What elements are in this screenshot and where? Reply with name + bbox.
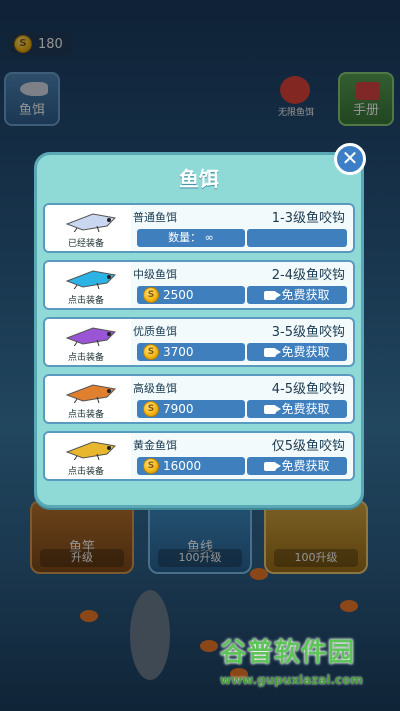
video-icon	[264, 290, 282, 300]
video-icon	[264, 404, 282, 414]
coin-icon: S	[143, 458, 159, 474]
free-get-label: 免费获取	[281, 345, 330, 359]
bait-thumb[interactable]: 点击装备	[45, 319, 131, 365]
bait-hook-range: 2-4级鱼咬钩	[271, 268, 345, 283]
bait-hook-range: 1-3级鱼咬钩	[271, 211, 345, 226]
price-value: 2500	[163, 288, 194, 302]
bait-empty-slot	[247, 229, 347, 247]
coin-icon: S	[143, 401, 159, 417]
coin-icon: S	[143, 287, 159, 303]
lure-icon	[65, 213, 117, 232]
equip-status: 点击装备	[67, 353, 104, 363]
coin-icon: S	[143, 344, 159, 360]
bait-row-medium[interactable]: 点击装备 中级鱼饵 2-4级鱼咬钩 S 2500 免费获取	[43, 260, 355, 310]
equip-status: 已经装备	[67, 239, 104, 249]
lure-icon	[65, 384, 117, 403]
lure-icon	[65, 441, 117, 460]
bait-hook-range: 4-5级鱼咬钩	[271, 382, 345, 397]
price-value: 16000	[163, 459, 202, 473]
free-get-label: 免费获取	[281, 459, 330, 473]
bait-list: 已经装备 普通鱼饵 1-3级鱼咬钩 数量： ∞ 点击装备 中级鱼饵 2-4级鱼咬…	[43, 203, 355, 488]
bait-name: 黄金鱼饵	[133, 439, 177, 452]
buy-with-coins-button[interactable]: S 16000	[137, 457, 245, 475]
bait-thumb: 已经装备	[45, 205, 131, 251]
equip-status: 点击装备	[67, 296, 104, 306]
bait-hook-range: 仅5级鱼咬钩	[271, 439, 345, 454]
watermark: 谷普软件园 www.gupuxiazai.com	[220, 632, 394, 704]
equip-status: 点击装备	[67, 467, 104, 477]
video-icon	[264, 347, 282, 357]
watermark-url: www.gupuxiazai.com	[220, 673, 363, 687]
buy-with-coins-button[interactable]: S 3700	[137, 343, 245, 361]
bait-name: 优质鱼饵	[133, 325, 177, 338]
free-get-button[interactable]: 免费获取	[247, 286, 347, 304]
close-button[interactable]: ✕	[334, 143, 366, 175]
bait-name: 中级鱼饵	[133, 268, 177, 281]
dialog-title: 鱼饵	[179, 167, 219, 191]
bait-thumb[interactable]: 点击装备	[45, 376, 131, 422]
free-get-label: 免费获取	[281, 288, 330, 302]
price-value: 7900	[163, 402, 194, 416]
buy-with-coins-button[interactable]: S 7900	[137, 400, 245, 418]
close-icon: ✕	[341, 146, 359, 170]
bait-row-gold[interactable]: 点击装备 黄金鱼饵 仅5级鱼咬钩 S 16000 免费获取	[43, 431, 355, 481]
bait-name: 高级鱼饵	[133, 382, 177, 395]
bait-hook-range: 3-5级鱼咬钩	[271, 325, 345, 340]
bait-thumb[interactable]: 点击装备	[45, 262, 131, 308]
bait-thumb[interactable]: 点击装备	[45, 433, 131, 479]
lure-icon	[65, 327, 117, 346]
video-icon	[264, 461, 282, 471]
equip-status: 点击装备	[67, 410, 104, 420]
bait-quantity: 数量： ∞	[137, 229, 245, 247]
bait-row-advanced[interactable]: 点击装备 高级鱼饵 4-5级鱼咬钩 S 7900 免费获取	[43, 374, 355, 424]
watermark-title: 谷普软件园	[220, 638, 356, 668]
price-value: 3700	[163, 345, 194, 359]
bait-name: 普通鱼饵	[133, 211, 177, 224]
bait-quantity-label: 数量： ∞	[168, 231, 214, 244]
buy-with-coins-button[interactable]: S 2500	[137, 286, 245, 304]
free-get-button[interactable]: 免费获取	[247, 400, 347, 418]
bait-row-normal[interactable]: 已经装备 普通鱼饵 1-3级鱼咬钩 数量： ∞	[43, 203, 355, 253]
bait-dialog: 鱼饵 已经装备 普通鱼饵 1-3级鱼咬钩 数量： ∞ 点击装备 中级鱼饵 2-4…	[34, 152, 364, 508]
lure-icon	[65, 270, 117, 289]
free-get-button[interactable]: 免费获取	[247, 457, 347, 475]
free-get-label: 免费获取	[281, 402, 330, 416]
bait-row-quality[interactable]: 点击装备 优质鱼饵 3-5级鱼咬钩 S 3700 免费获取	[43, 317, 355, 367]
free-get-button[interactable]: 免费获取	[247, 343, 347, 361]
